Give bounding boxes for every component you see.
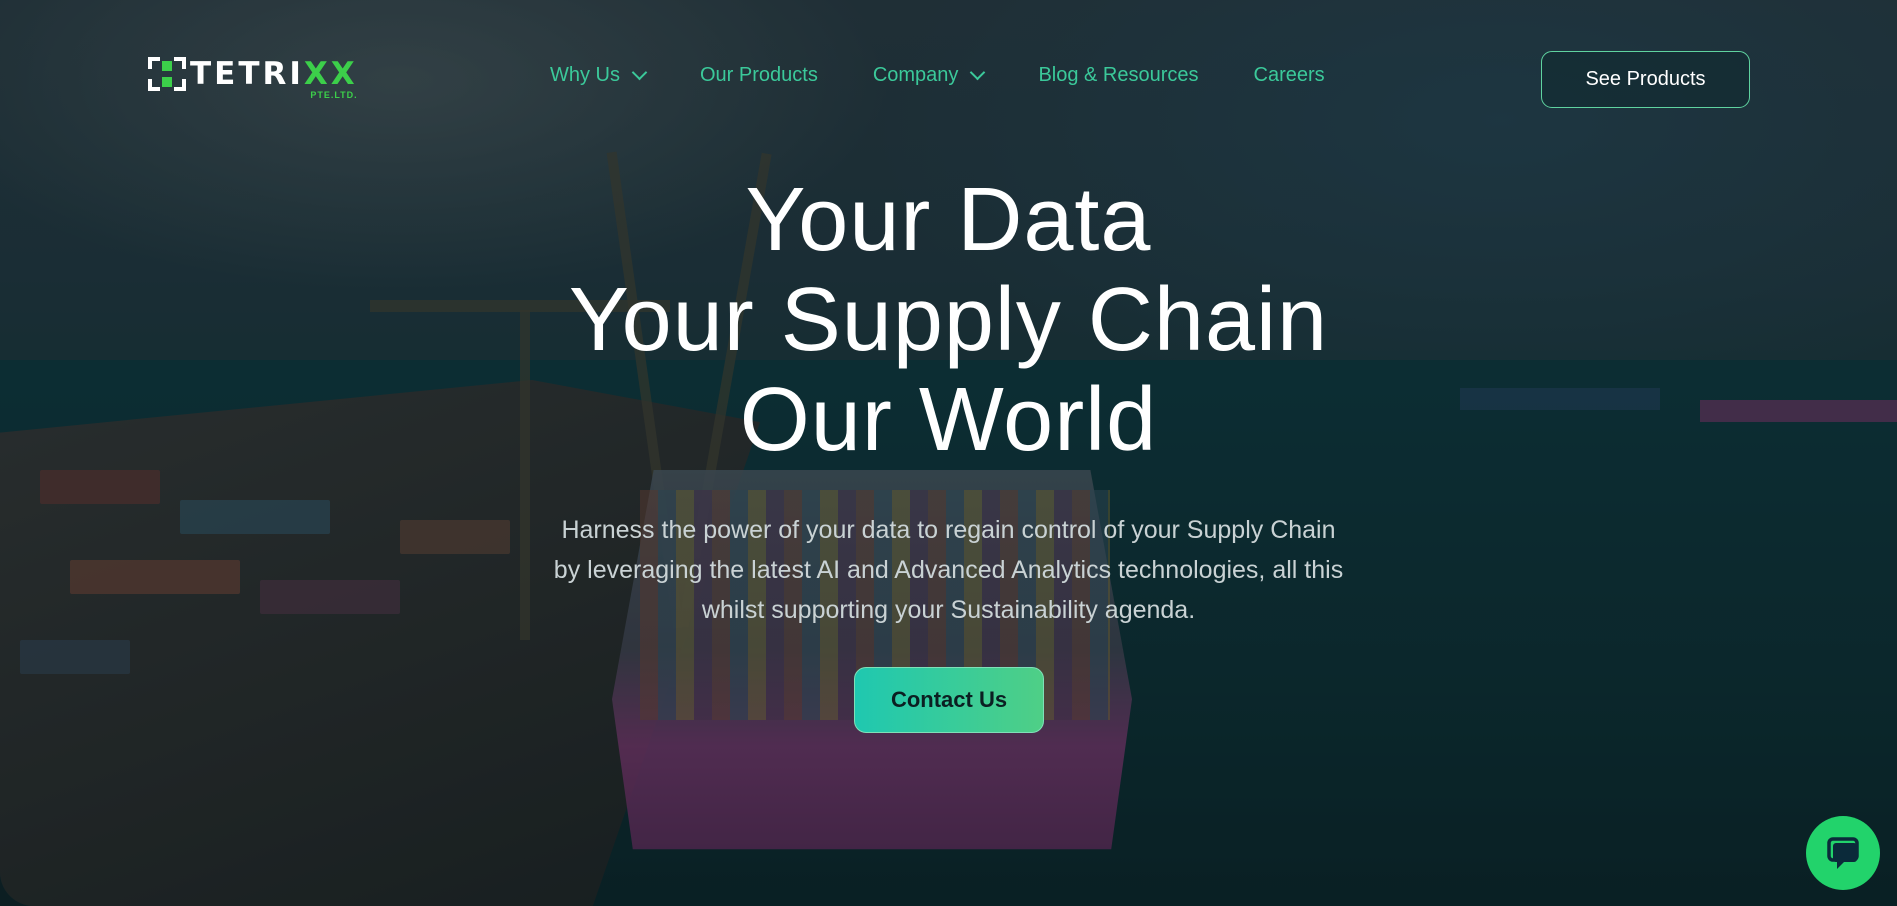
hero-subtext: Harness the power of your data to regain… bbox=[520, 510, 1377, 630]
subtext-line: Harness the power of your data to regain… bbox=[561, 516, 1336, 544]
subtext-line: whilst supporting your Sustainability ag… bbox=[701, 596, 1196, 624]
nav-item-company[interactable]: Company bbox=[872, 64, 986, 87]
logo-mark-icon bbox=[148, 57, 186, 91]
nav-item-careers[interactable]: Careers bbox=[1254, 64, 1325, 87]
nav-item-label: Our Products bbox=[700, 64, 818, 86]
hero-headline: Your Data Your Supply Chain Our World bbox=[0, 170, 1897, 470]
nav-item-label: Careers bbox=[1253, 64, 1325, 86]
hero-section: TETRIXX PTE.LTD. Why Us Our Products Com… bbox=[0, 0, 1897, 906]
headline-line: Our World bbox=[739, 370, 1158, 470]
brand-logo[interactable]: TETRIXX PTE.LTD. bbox=[148, 56, 358, 100]
chevron-down-icon bbox=[631, 64, 648, 81]
subtext-line: by leveraging the latest AI and Advanced… bbox=[553, 556, 1344, 584]
chevron-down-icon bbox=[970, 64, 986, 81]
logo-wordmark: TETRIXX bbox=[190, 56, 358, 92]
nav-item-label: Why Us bbox=[550, 64, 620, 86]
chat-widget-button[interactable] bbox=[1806, 816, 1880, 890]
nav-item-blog-resources[interactable]: Blog & Resources bbox=[1038, 64, 1198, 87]
headline-line: Your Supply Chain bbox=[568, 270, 1329, 370]
nav-item-why-us[interactable]: Why Us bbox=[550, 64, 648, 87]
logo-suffix: PTE.LTD. bbox=[310, 90, 358, 100]
contact-us-button[interactable]: Contact Us bbox=[854, 667, 1044, 733]
top-navigation: TETRIXX PTE.LTD. Why Us Our Products Com… bbox=[0, 0, 1897, 160]
nav-item-label: Company bbox=[872, 64, 959, 86]
see-products-button[interactable]: See Products bbox=[1541, 51, 1750, 108]
headline-line: Your Data bbox=[745, 170, 1152, 270]
chat-bubble-icon bbox=[1827, 837, 1859, 869]
main-menu: Why Us Our Products Company Blog & Resou… bbox=[550, 64, 1380, 87]
nav-item-label: Blog & Resources bbox=[1038, 64, 1199, 86]
nav-item-our-products[interactable]: Our Products bbox=[700, 64, 818, 87]
